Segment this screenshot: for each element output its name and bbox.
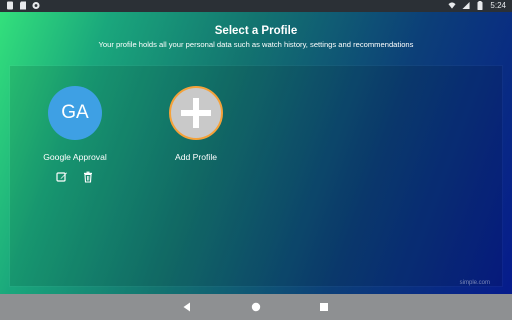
storage-icon	[7, 1, 13, 10]
recents-icon[interactable]	[318, 301, 330, 313]
delete-icon[interactable]	[82, 171, 94, 183]
back-icon[interactable]	[181, 301, 193, 313]
avatar[interactable]: GA	[48, 86, 102, 140]
add-profile-label: Add Profile	[174, 152, 218, 162]
profile-card[interactable]: GA Google Approval	[20, 86, 130, 183]
sync-icon	[32, 1, 40, 10]
battery-icon	[477, 1, 483, 10]
profile-name: Google Approval	[43, 152, 107, 162]
add-profile-button[interactable]	[169, 86, 223, 140]
home-icon[interactable]	[250, 301, 262, 313]
status-left-icons	[6, 1, 40, 10]
profile-select-screen: Select a Profile Your profile holds all …	[0, 12, 512, 294]
signal-icon	[462, 1, 470, 10]
status-right-icons: 5:24	[448, 1, 506, 10]
header: Select a Profile Your profile holds all …	[0, 25, 512, 49]
page-subtitle: Your profile holds all your personal dat…	[98, 40, 414, 49]
edit-icon[interactable]	[56, 171, 68, 183]
profile-actions	[20, 171, 130, 183]
sd-card-icon	[20, 1, 26, 10]
profiles-panel: GA Google Approval Add Profile simple.co…	[10, 66, 502, 286]
status-bar: 5:24	[0, 0, 512, 12]
wifi-icon	[448, 2, 456, 9]
page-title: Select a Profile	[214, 25, 298, 37]
add-profile-card[interactable]: Add Profile	[141, 86, 251, 162]
status-time: 5:24	[490, 1, 506, 10]
avatar-initials: GA	[61, 102, 89, 123]
navigation-bar	[0, 294, 512, 320]
plus-icon	[181, 98, 211, 128]
watermark: simple.com	[459, 280, 490, 286]
